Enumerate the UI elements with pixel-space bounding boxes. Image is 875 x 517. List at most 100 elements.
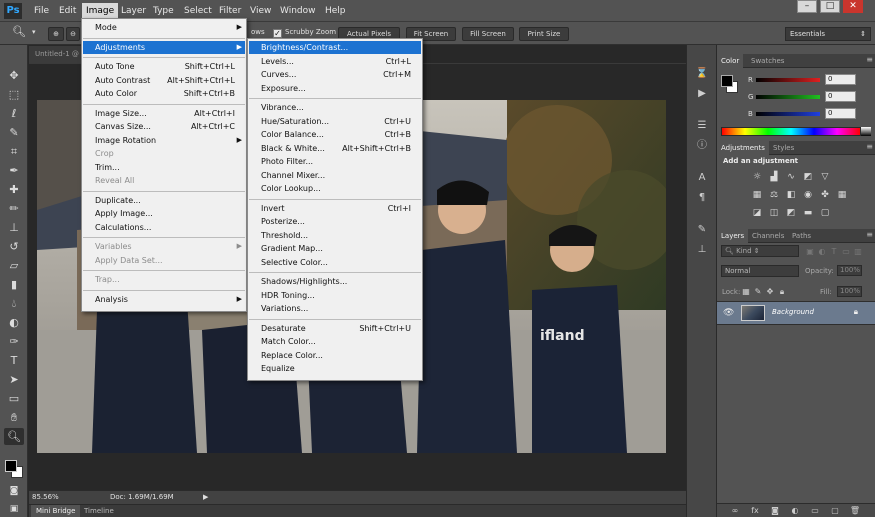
adjustments-menu-item-color-lookup[interactable]: Color Lookup... bbox=[249, 182, 421, 195]
new-adjustment-layer-icon[interactable]: ◐ bbox=[789, 505, 801, 517]
image-menu-item-adjustments[interactable]: Adjustments ▶ bbox=[83, 40, 245, 54]
layer-filter-kind[interactable]: 🔍︎ Kind ⇕ bbox=[721, 245, 799, 257]
status-menu-arrow-icon[interactable]: ▶ bbox=[203, 493, 208, 501]
tab-layers[interactable]: Layers bbox=[717, 229, 749, 243]
quick-select-tool-icon[interactable]: ✎ bbox=[4, 124, 24, 141]
panel-menu-icon[interactable]: ≡ bbox=[866, 142, 873, 151]
photo-filter-icon[interactable]: ◉ bbox=[802, 190, 814, 201]
zoom-out-icon[interactable]: ⊖ bbox=[66, 27, 80, 41]
lasso-tool-icon[interactable]: ℓ bbox=[4, 105, 24, 122]
adjustments-menu-item-black-white[interactable]: Black & White... Alt+Shift+Ctrl+B bbox=[249, 142, 421, 155]
zoom-in-icon[interactable]: ⊕ bbox=[48, 27, 64, 41]
tab-timeline[interactable]: Timeline bbox=[79, 505, 119, 517]
tool-preset-caret-icon[interactable]: ▾ bbox=[32, 28, 36, 36]
crop-tool-icon[interactable]: ⌗ bbox=[4, 143, 24, 160]
tab-styles[interactable]: Styles bbox=[769, 141, 798, 155]
fill-screen-button[interactable]: Fill Screen bbox=[462, 27, 514, 41]
eyedropper-tool-icon[interactable]: ✒ bbox=[4, 162, 24, 179]
blend-mode-select[interactable]: Normal bbox=[721, 265, 799, 277]
menu-type[interactable]: Type bbox=[149, 3, 178, 19]
adjustments-menu-item-replace-color[interactable]: Replace Color... bbox=[249, 349, 421, 362]
link-layers-icon[interactable]: ∞ bbox=[729, 505, 741, 517]
menu-window[interactable]: Window bbox=[276, 3, 320, 19]
fill-field[interactable]: 100% bbox=[837, 286, 862, 297]
eraser-tool-icon[interactable]: ▱ bbox=[4, 257, 24, 274]
posterize-icon[interactable]: ◫ bbox=[768, 208, 780, 219]
filter-shape-icon[interactable]: ▭ bbox=[841, 247, 851, 256]
adjustments-menu-item-vibrance[interactable]: Vibrance... bbox=[249, 101, 421, 114]
path-select-tool-icon[interactable]: ➤ bbox=[4, 371, 24, 388]
filter-pixel-icon[interactable]: ▣ bbox=[805, 247, 815, 256]
menu-view[interactable]: View bbox=[246, 3, 275, 19]
curves-icon[interactable]: ∿ bbox=[785, 172, 797, 183]
image-menu-item-duplicate[interactable]: Duplicate... bbox=[83, 194, 245, 207]
menu-filter[interactable]: Filter bbox=[215, 3, 245, 19]
menu-image[interactable]: Image bbox=[82, 3, 119, 19]
tab-color[interactable]: Color bbox=[717, 54, 744, 68]
actions-panel-icon[interactable]: ▶ bbox=[695, 87, 709, 100]
black-white-ramp[interactable] bbox=[861, 127, 871, 136]
zoom-level[interactable]: 85.56% bbox=[32, 493, 59, 501]
character-panel-icon[interactable]: A bbox=[695, 171, 709, 184]
blur-tool-icon[interactable]: 💧︎ bbox=[4, 295, 24, 312]
info-panel-icon[interactable]: ⓘ bbox=[695, 139, 709, 152]
adjustments-menu-item-variations[interactable]: Variations... bbox=[249, 302, 421, 315]
minimize-button[interactable]: – bbox=[797, 0, 817, 13]
image-menu-item-trim[interactable]: Trim... bbox=[83, 161, 245, 174]
menu-edit[interactable]: Edit bbox=[55, 3, 80, 19]
brush-panel-icon[interactable]: ✎ bbox=[695, 223, 709, 236]
adjustments-menu-item-brightness-contrast[interactable]: Brightness/Contrast... bbox=[249, 41, 421, 54]
adjustments-menu-item-channel-mixer[interactable]: Channel Mixer... bbox=[249, 169, 421, 182]
vibrance-icon[interactable]: ▽ bbox=[819, 172, 831, 183]
layer-style-icon[interactable]: fx bbox=[749, 505, 761, 517]
history-panel-icon[interactable]: ⌛ bbox=[695, 67, 709, 80]
dodge-tool-icon[interactable]: ◐ bbox=[4, 314, 24, 331]
channel-r-slider[interactable] bbox=[756, 78, 820, 82]
color-foreground-swatch[interactable] bbox=[721, 75, 733, 87]
hue-saturation-icon[interactable]: ▦ bbox=[751, 190, 763, 201]
menu-file[interactable]: File bbox=[30, 3, 53, 19]
adjustments-menu-item-exposure[interactable]: Exposure... bbox=[249, 82, 421, 95]
history-brush-tool-icon[interactable]: ↺ bbox=[4, 238, 24, 255]
lock-position-icon[interactable]: ✥ bbox=[765, 287, 775, 296]
add-mask-icon[interactable]: ◙ bbox=[769, 505, 781, 517]
adjustments-menu-item-hdr-toning[interactable]: HDR Toning... bbox=[249, 289, 421, 302]
hand-tool-icon[interactable]: ✋︎ bbox=[4, 409, 24, 426]
opacity-field[interactable]: 100% bbox=[837, 265, 862, 276]
workspace-switcher[interactable]: Essentials ⇕ bbox=[785, 27, 871, 41]
filter-adjustment-icon[interactable]: ◐ bbox=[817, 247, 827, 256]
panel-menu-icon[interactable]: ≡ bbox=[866, 55, 873, 64]
new-group-icon[interactable]: ▭ bbox=[809, 505, 821, 517]
black-white-icon[interactable]: ◧ bbox=[785, 190, 797, 201]
channel-r-value[interactable]: 0 bbox=[825, 74, 856, 85]
shape-tool-icon[interactable]: ▭ bbox=[4, 390, 24, 407]
brush-tool-icon[interactable]: ✏ bbox=[4, 200, 24, 217]
quick-mask-icon[interactable]: ◙ bbox=[4, 483, 24, 500]
menu-layer[interactable]: Layer bbox=[117, 3, 150, 19]
maximize-button[interactable]: □ bbox=[820, 0, 840, 13]
screen-mode-icon[interactable]: ▣ bbox=[4, 501, 24, 517]
type-tool-icon[interactable]: T bbox=[4, 352, 24, 369]
adjustments-menu-item-shadows-highlights[interactable]: Shadows/Highlights... bbox=[249, 275, 421, 288]
tab-mini-bridge[interactable]: Mini Bridge bbox=[31, 505, 81, 517]
channel-g-value[interactable]: 0 bbox=[825, 91, 856, 102]
properties-panel-icon[interactable]: ☰ bbox=[695, 119, 709, 132]
pen-tool-icon[interactable]: ✑ bbox=[4, 333, 24, 350]
brightness-contrast-icon[interactable]: ☼ bbox=[751, 172, 763, 183]
image-menu-item-auto-contrast[interactable]: Auto Contrast Alt+Shift+Ctrl+L bbox=[83, 74, 245, 87]
document-tab[interactable]: Untitled-1 @ bbox=[29, 46, 85, 63]
adjustments-menu-item-desaturate[interactable]: Desaturate Shift+Ctrl+U bbox=[249, 322, 421, 335]
filter-smart-icon[interactable]: ▥ bbox=[853, 247, 863, 256]
invert-icon[interactable]: ◪ bbox=[751, 208, 763, 219]
adjustments-menu-item-photo-filter[interactable]: Photo Filter... bbox=[249, 155, 421, 168]
tab-paths[interactable]: Paths bbox=[788, 229, 815, 243]
print-size-button[interactable]: Print Size bbox=[519, 27, 569, 41]
adjustments-menu-item-selective-color[interactable]: Selective Color... bbox=[249, 256, 421, 269]
color-lookup-icon[interactable]: ▦ bbox=[836, 190, 848, 201]
marquee-tool-icon[interactable]: ⬚ bbox=[4, 86, 24, 103]
levels-icon[interactable]: ▟ bbox=[768, 172, 780, 183]
paragraph-panel-icon[interactable]: ¶ bbox=[695, 191, 709, 204]
filter-type-icon[interactable]: T bbox=[829, 247, 839, 256]
image-menu-item-image-size[interactable]: Image Size... Alt+Ctrl+I bbox=[83, 107, 245, 120]
channel-mixer-icon[interactable]: ✤ bbox=[819, 190, 831, 201]
